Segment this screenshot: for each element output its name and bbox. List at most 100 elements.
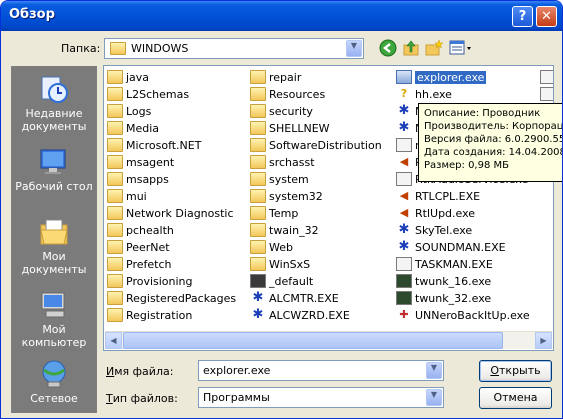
folder-icon — [107, 189, 123, 203]
folder-icon — [107, 240, 123, 254]
folder-name: SoftwareDistribution — [269, 139, 382, 152]
file-item[interactable]: ✚ UNNeroBackItUp.exe — [396, 308, 529, 324]
folder-name: WinSxS — [269, 258, 311, 271]
folder-name: Prefetch — [126, 258, 172, 271]
file-item[interactable]: _default — [250, 274, 313, 290]
place-my-documents[interactable]: Мои документы — [12, 216, 96, 276]
folder-icon — [107, 206, 123, 220]
help-button[interactable]: ? — [512, 6, 533, 27]
folder-item[interactable]: Logs — [107, 104, 151, 120]
place-network[interactable]: Сетевое — [12, 358, 96, 405]
folder-icon — [250, 138, 266, 152]
folder-item[interactable]: srchasst — [250, 155, 315, 171]
file-name: RTLCPL.EXE — [415, 190, 481, 203]
file-item[interactable]: explorer.exe — [396, 70, 487, 86]
file-item[interactable]: TASKMAN.EXE — [396, 257, 493, 273]
lookin-label: Папка: — [61, 42, 101, 55]
file-item[interactable]: r — [396, 138, 420, 154]
file-item[interactable] — [540, 70, 553, 86]
folder-item[interactable]: Web — [250, 240, 293, 256]
folder-item[interactable]: Provisioning — [107, 274, 193, 290]
folder-item[interactable]: WinSxS — [250, 257, 310, 273]
filename-input[interactable]: explorer.exe ▼ — [198, 360, 444, 381]
folder-item[interactable]: Microsoft.NET — [107, 138, 201, 154]
folder-item[interactable]: system — [250, 172, 309, 188]
folder-item[interactable]: Temp — [250, 206, 298, 222]
horizontal-scrollbar[interactable]: ◀ ▶ — [105, 331, 552, 349]
file-info-tooltip: Описание: Проводник Производитель: Корпо… — [418, 103, 562, 182]
folder-name: twain_32 — [269, 224, 319, 237]
folder-icon — [250, 240, 266, 254]
file-item[interactable] — [540, 87, 553, 103]
tooltip-size: Размер: 0,98 МБ — [424, 160, 509, 171]
new-folder-icon[interactable] — [424, 39, 444, 59]
folder-item[interactable]: pchealth — [107, 223, 174, 239]
place-recent-documents[interactable]: Недавние документы — [12, 73, 96, 133]
folder-name: system — [269, 173, 309, 186]
filetype-select[interactable]: Программы ▼ — [198, 387, 444, 408]
filename-value: explorer.exe — [203, 364, 271, 377]
file-item[interactable]: ✱ ALCMTR.EXE — [250, 291, 339, 307]
folder-item[interactable]: L2Schemas — [107, 87, 189, 103]
folder-item[interactable]: system32 — [250, 189, 323, 205]
program-icon: ✱ — [398, 120, 410, 135]
folder-name: Network Diagnostic — [126, 207, 234, 220]
file-item[interactable]: twunk_16.exe — [396, 274, 491, 290]
folder-item[interactable]: security — [250, 104, 313, 120]
file-name: TASKMAN.EXE — [415, 258, 493, 271]
open-button[interactable]: Открыть — [479, 360, 552, 382]
scroll-left-button[interactable]: ◀ — [105, 332, 122, 349]
file-name: RtlUpd.exe — [415, 207, 476, 220]
folder-icon — [107, 257, 123, 271]
back-icon[interactable] — [378, 39, 398, 59]
folder-item[interactable]: twain_32 — [250, 223, 319, 239]
file-item[interactable]: ◀ RtlUpd.exe — [396, 206, 475, 222]
folder-name: Web — [269, 241, 293, 254]
close-button[interactable]: ✕ — [536, 6, 557, 27]
folder-name: Resources — [269, 88, 326, 101]
cancel-button[interactable]: Отмена — [479, 387, 552, 409]
folder-item[interactable]: Media — [107, 121, 159, 137]
folder-item[interactable]: msapps — [107, 172, 169, 188]
folder-item[interactable]: Network Diagnostic — [107, 206, 234, 222]
file-item[interactable]: ✱ SOUNDMAN.EXE — [396, 240, 506, 256]
folder-item[interactable]: msagent — [107, 155, 174, 171]
folder-item[interactable]: Registration — [107, 308, 192, 324]
chevron-down-icon[interactable]: ▼ — [346, 40, 362, 57]
chevron-down-icon[interactable]: ▼ — [426, 362, 442, 379]
view-menu-icon[interactable] — [449, 39, 473, 59]
folder-icon — [107, 138, 123, 152]
file-name: twunk_32.exe — [415, 292, 492, 305]
folder-item[interactable]: java — [107, 70, 149, 86]
scroll-thumb[interactable] — [123, 332, 503, 349]
folder-item[interactable]: Prefetch — [107, 257, 171, 273]
recent-documents-icon — [41, 76, 68, 103]
folder-item[interactable]: RegisteredPackages — [107, 291, 236, 307]
folder-icon — [250, 121, 266, 135]
scroll-right-button[interactable]: ▶ — [535, 332, 552, 349]
program-icon — [396, 172, 412, 186]
chevron-down-icon[interactable]: ▼ — [426, 389, 442, 406]
file-item[interactable]: twunk_32.exe — [396, 291, 491, 307]
lookin-combo[interactable]: WINDOWS ▼ — [104, 38, 364, 59]
place-my-computer[interactable]: Мой компьютер — [12, 289, 96, 349]
file-item[interactable]: ◀ RTLCPL.EXE — [396, 189, 480, 205]
folder-item[interactable]: Resources — [250, 87, 325, 103]
file-item[interactable]: ? hh.exe — [396, 87, 452, 103]
place-label: Рабочий стол — [15, 180, 93, 193]
folder-icon — [107, 172, 123, 186]
up-folder-icon[interactable] — [401, 39, 421, 59]
folder-name: Media — [126, 122, 160, 135]
title-bar[interactable]: Обзор ? ✕ — [1, 1, 562, 31]
folder-item[interactable]: SHELLNEW — [250, 121, 330, 137]
folder-name: security — [269, 105, 313, 118]
folder-item[interactable]: SoftwareDistribution — [250, 138, 382, 154]
folder-item[interactable]: PeerNet — [107, 240, 170, 256]
file-item[interactable]: ✱ ALCWZRD.EXE — [250, 308, 350, 324]
network-icon — [42, 360, 66, 388]
folder-name: mui — [126, 190, 147, 203]
file-item[interactable]: ✱ SkyTel.exe — [396, 223, 473, 239]
place-desktop[interactable]: Рабочий стол — [12, 146, 96, 193]
folder-item[interactable]: repair — [250, 70, 301, 86]
folder-item[interactable]: mui — [107, 189, 147, 205]
